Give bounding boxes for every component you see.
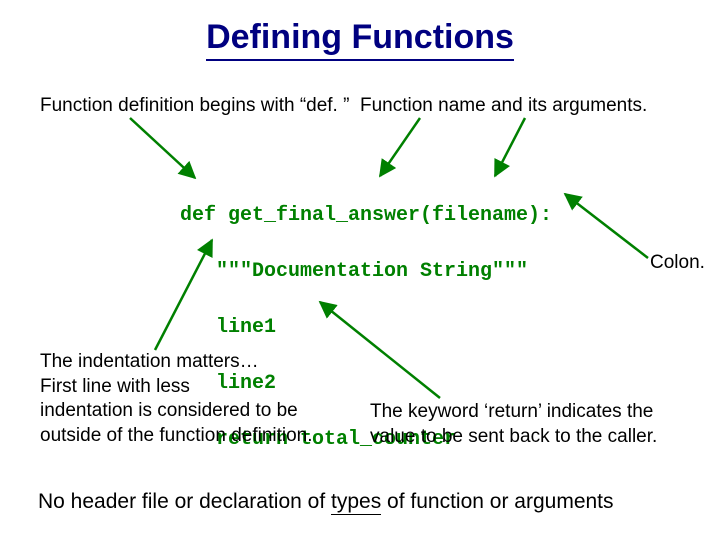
code-line-1: def get_final_answer(filename): — [180, 202, 552, 230]
footer-post: of function or arguments — [381, 490, 613, 513]
label-indentation: The indentation matters… First line with… — [40, 350, 350, 449]
footer-underline: types — [331, 490, 381, 515]
footer-pre: No header file or declaration of — [38, 490, 331, 513]
arrow-name — [380, 118, 420, 176]
code-line-3: line1 — [180, 314, 552, 342]
arrow-colon — [565, 194, 648, 258]
footer-note: No header file or declaration of types o… — [38, 490, 614, 514]
code-line-2: """Documentation String""" — [180, 258, 552, 286]
label-return: The keyword ‘return’ indicates the value… — [370, 400, 700, 449]
label-name-args: Function name and its arguments. — [360, 94, 647, 119]
slide-title: Defining Functions — [206, 18, 514, 61]
slide-title-wrap: Defining Functions — [0, 18, 720, 61]
label-def-begins: Function definition begins with “def. ” — [40, 94, 349, 119]
arrow-args — [495, 118, 525, 176]
label-colon: Colon. — [650, 252, 705, 274]
arrow-def — [130, 118, 195, 178]
